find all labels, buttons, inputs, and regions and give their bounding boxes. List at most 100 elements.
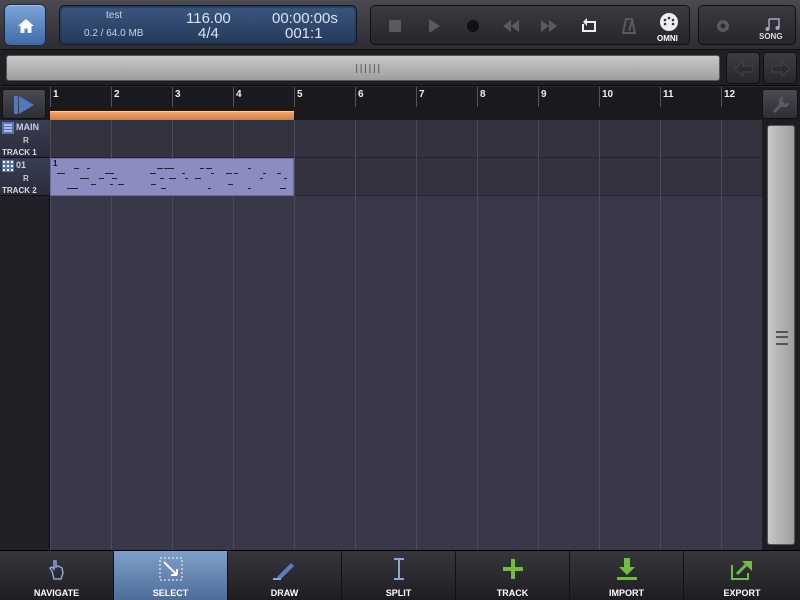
record-button[interactable] [461, 14, 485, 38]
redo-arrow-icon [771, 60, 791, 78]
vertical-scrollbar[interactable] [767, 125, 795, 545]
midi-note [150, 184, 156, 185]
midi-note [260, 178, 264, 179]
midi-note [247, 168, 251, 169]
bar-number: 2 [114, 89, 120, 100]
bar-tick [660, 87, 661, 107]
song-info-display[interactable]: test 0.2 / 64.0 MB 116.00 4/4 00:00:00s … [59, 5, 357, 45]
vertical-scroll-zone [762, 120, 800, 550]
bar-tick [721, 87, 722, 107]
undo-arrow-icon [734, 60, 754, 78]
track-label: TRACK 1 [2, 148, 37, 157]
audio-track-icon [2, 122, 14, 134]
midi-clip[interactable]: 1 [50, 158, 294, 196]
tool-split[interactable]: SPLIT [342, 551, 456, 600]
midi-note [90, 184, 96, 185]
loop-region[interactable] [50, 111, 294, 120]
record-icon [467, 20, 479, 32]
midi-note [109, 184, 113, 185]
hand-icon [48, 560, 64, 580]
wrench-icon [772, 96, 790, 114]
bar-gridline [538, 120, 539, 550]
bar-tick [477, 87, 478, 107]
midi-note [159, 178, 164, 179]
tool-label: SELECT [152, 588, 189, 598]
record-arm-toggle[interactable]: R [23, 136, 29, 145]
midi-note [206, 168, 210, 169]
tool-import[interactable]: IMPORT [570, 551, 684, 600]
fast-forward-icon [541, 20, 557, 32]
midi-note [98, 178, 104, 179]
time-signature-readout: 4/4 [198, 25, 219, 42]
midi-note [150, 173, 157, 174]
omni-button[interactable] [657, 12, 681, 36]
loop-button[interactable] [577, 14, 601, 38]
midi-note [262, 173, 266, 174]
midi-note [181, 173, 185, 174]
stop-button[interactable] [383, 14, 407, 38]
tool-export[interactable]: EXPORT [684, 551, 800, 600]
midi-note [194, 178, 201, 179]
tool-track[interactable]: TRACK [456, 551, 570, 600]
track-name: MAIN [16, 122, 39, 132]
settings-button[interactable] [713, 16, 733, 36]
bar-number: 12 [724, 89, 736, 100]
omni-label: OMNI [657, 34, 678, 43]
home-button[interactable] [4, 4, 46, 46]
bar-tick [355, 87, 356, 107]
export-icon [731, 561, 752, 580]
top-toolbar: test 0.2 / 64.0 MB 116.00 4/4 00:00:00s … [0, 0, 800, 50]
horizontal-scrollbar[interactable]: |||||| [6, 55, 720, 81]
midi-note [157, 168, 164, 169]
bar-number: 6 [358, 89, 364, 100]
midi-note [168, 168, 173, 169]
track-header-2[interactable]: 01 R TRACK 2 [0, 158, 50, 196]
play-button[interactable] [421, 14, 445, 38]
track-headers: MAIN R TRACK 1 01 R TRACK 2 [0, 120, 50, 550]
memory-usage: 0.2 / 64.0 MB [84, 28, 144, 39]
bar-tick [294, 87, 295, 107]
tool-select[interactable]: SELECT [114, 551, 228, 600]
jump-to-start-button[interactable] [2, 89, 46, 119]
metronome-button[interactable] [617, 14, 641, 38]
plus-icon [502, 559, 523, 579]
loop-icon [582, 18, 596, 32]
track-header-1[interactable]: MAIN R TRACK 1 [0, 120, 50, 158]
tool-navigate[interactable]: NAVIGATE [0, 551, 114, 600]
midi-note [210, 173, 214, 174]
pencil-icon [272, 563, 294, 580]
metronome-icon [621, 18, 637, 34]
track-name: 01 [16, 160, 27, 170]
bar-number: 11 [663, 89, 674, 100]
fast-forward-button[interactable] [537, 14, 561, 38]
bar-gridline [355, 120, 356, 550]
track-label: TRACK 2 [2, 186, 37, 195]
midi-note [279, 188, 286, 189]
scroll-grip-icon [776, 331, 788, 345]
bar-number: 7 [419, 89, 425, 100]
midi-note [170, 178, 177, 179]
play-icon [429, 19, 440, 33]
tool-draw[interactable]: DRAW [228, 551, 342, 600]
bar-tick [50, 87, 51, 107]
tool-label: DRAW [270, 588, 299, 598]
home-icon [18, 19, 34, 33]
arrangement-grid[interactable]: 1 [50, 120, 762, 550]
song-label: SONG [759, 32, 783, 41]
midi-note [185, 178, 188, 179]
midi-note [86, 168, 90, 169]
track-lane-1[interactable] [50, 120, 762, 158]
bar-number: 10 [602, 89, 614, 100]
clip-number: 1 [53, 159, 58, 168]
midi-note [228, 184, 234, 185]
track-settings-button[interactable] [762, 89, 798, 119]
undo-button[interactable] [726, 52, 760, 84]
midi-note [108, 173, 115, 174]
record-arm-toggle[interactable]: R [23, 174, 29, 183]
rewind-button[interactable] [499, 14, 523, 38]
redo-button[interactable] [763, 52, 797, 84]
bar-gridline [477, 120, 478, 550]
bar-number: 1 [53, 89, 59, 100]
midi-note [80, 178, 85, 179]
bar-number: 3 [175, 89, 181, 100]
